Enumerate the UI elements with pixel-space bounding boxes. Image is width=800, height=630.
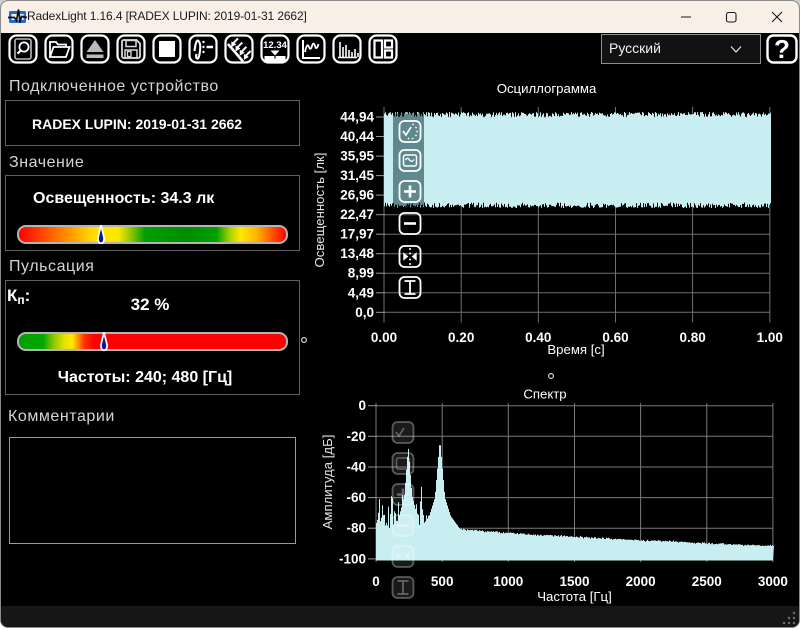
svg-text:0: 0 [358, 398, 366, 413]
svg-text:Амплитуда [дБ]: Амплитуда [дБ] [320, 435, 335, 530]
svg-text:-20: -20 [346, 429, 366, 444]
svg-text:1000: 1000 [493, 574, 523, 589]
svg-text:-60: -60 [346, 490, 366, 505]
svg-text:1500: 1500 [559, 574, 589, 589]
svg-text:0.20: 0.20 [448, 330, 474, 345]
svg-text:0.00: 0.00 [371, 330, 397, 345]
svg-text:13,48: 13,48 [340, 246, 374, 261]
svg-text:500: 500 [431, 574, 454, 589]
svg-text:?: ? [774, 34, 790, 64]
svg-text:2000: 2000 [626, 574, 656, 589]
svg-text:-40: -40 [346, 460, 366, 475]
svg-text:Осциллограмма: Осциллограмма [497, 81, 597, 96]
svg-text:44,94: 44,94 [340, 110, 374, 125]
svg-text:3000: 3000 [758, 574, 788, 589]
svg-text:0,0: 0,0 [355, 305, 374, 320]
svg-text:8,99: 8,99 [348, 266, 374, 281]
svg-text:22,47: 22,47 [340, 207, 374, 222]
svg-text:40,44: 40,44 [340, 129, 374, 144]
svg-text:Освещенность [лк]: Освещенность [лк] [312, 153, 327, 268]
svg-text:0.60: 0.60 [602, 330, 628, 345]
svg-text:1.00: 1.00 [757, 330, 783, 345]
svg-text:31,45: 31,45 [340, 168, 374, 183]
svg-text:26,96: 26,96 [340, 188, 374, 203]
svg-text:0.80: 0.80 [679, 330, 705, 345]
svg-text:12.34: 12.34 [263, 40, 287, 51]
svg-text:17,97: 17,97 [340, 227, 374, 242]
svg-text:2500: 2500 [692, 574, 722, 589]
svg-text:Время [с]: Время [с] [547, 342, 604, 357]
svg-text:Спектр: Спектр [523, 387, 566, 402]
svg-text:0: 0 [372, 574, 380, 589]
svg-text:-100: -100 [339, 551, 366, 566]
svg-text:Частота [Гц]: Частота [Гц] [537, 589, 612, 604]
svg-text:-80: -80 [346, 521, 366, 536]
svg-text:4,49: 4,49 [348, 285, 374, 300]
svg-text:35,95: 35,95 [340, 149, 374, 164]
